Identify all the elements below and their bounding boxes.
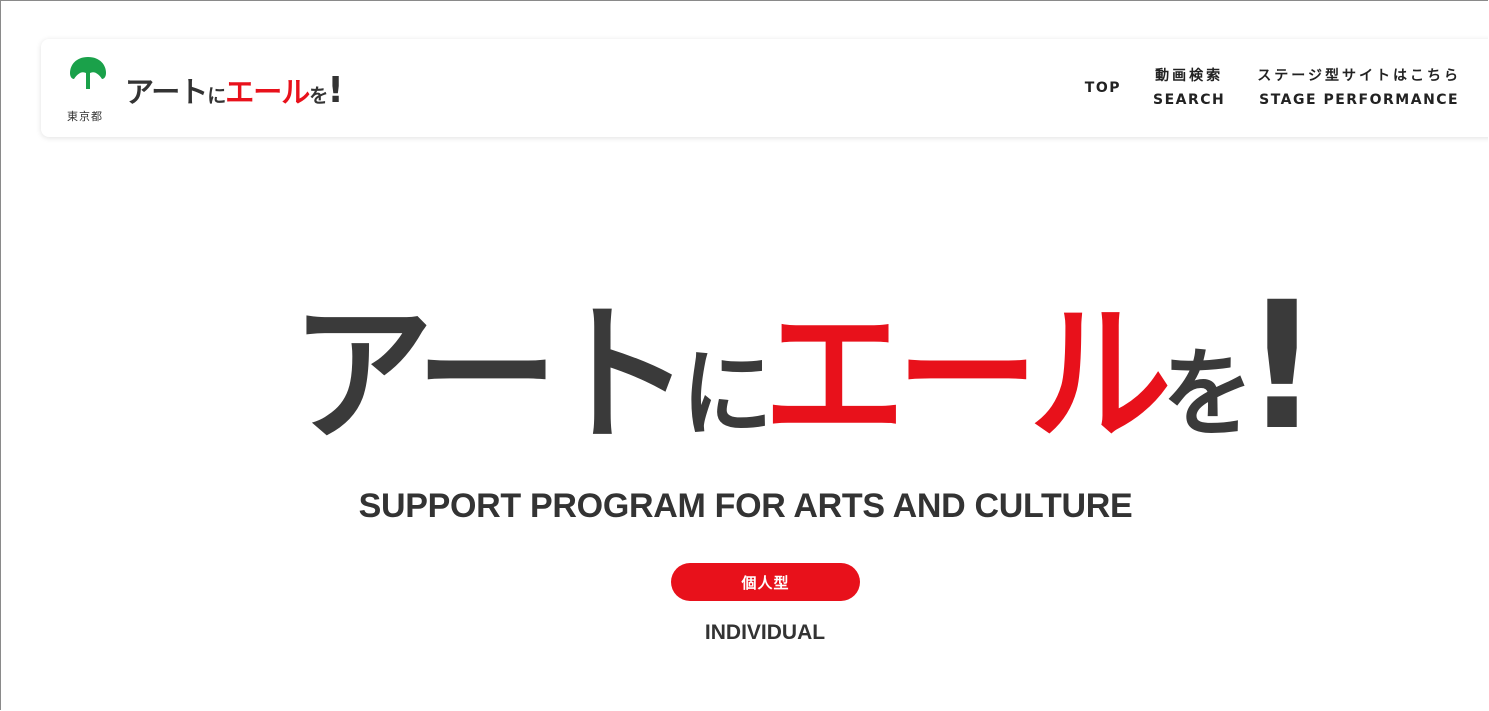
logo-title-part3: エール: [225, 75, 310, 109]
hero-title-part1: アート: [291, 289, 691, 463]
hero-title-part2: に: [681, 338, 772, 450]
hero-title: アートにエールを!: [291, 279, 1320, 455]
program-type-badge: 個人型: [671, 563, 860, 601]
program-type-en: INDIVIDUAL: [704, 621, 826, 644]
nav-search-jp: 動画検索: [1155, 68, 1224, 84]
tokyo-ginkgo-icon: [70, 57, 106, 89]
nav-search[interactable]: 動画検索 SEARCH: [1153, 69, 1225, 107]
logo-title-part4: を: [309, 85, 328, 107]
logo-title: アートにエールを!: [125, 70, 344, 111]
logo-title-part5: !: [327, 70, 343, 111]
logo-title-part2: に: [207, 85, 226, 107]
nav-stage-en: STAGE PERFORMANCE: [1259, 92, 1460, 108]
hero-subtitle: SUPPORT PROGRAM FOR ARTS AND CULTURE: [358, 487, 1133, 525]
page-frame: 東京都 アートにエールを! TOP 動画検索 SEARCH ステージ型サイトはこ…: [0, 0, 1488, 710]
nav-search-en: SEARCH: [1153, 92, 1226, 108]
logo-title-part1: アート: [125, 75, 208, 109]
nav-top-label: TOP: [1084, 80, 1121, 96]
nav-stage-jp: ステージ型サイトはこちら: [1257, 68, 1461, 84]
nav-stage-performance[interactable]: ステージ型サイトはこちら STAGE PERFORMANCE: [1257, 69, 1461, 107]
hero-title-part3: エール: [763, 289, 1172, 463]
site-logo[interactable]: 東京都 アートにエールを!: [63, 53, 383, 127]
main-nav: TOP 動画検索 SEARCH ステージ型サイトはこちら STAGE PERFO…: [1053, 39, 1461, 137]
site-header: 東京都 アートにエールを! TOP 動画検索 SEARCH ステージ型サイトはこ…: [41, 39, 1488, 137]
hero-title-part5: !: [1243, 264, 1321, 469]
hero-title-part4: を: [1162, 338, 1253, 450]
nav-top[interactable]: TOP: [1085, 81, 1121, 95]
logo-city-label: 東京都: [67, 110, 103, 123]
